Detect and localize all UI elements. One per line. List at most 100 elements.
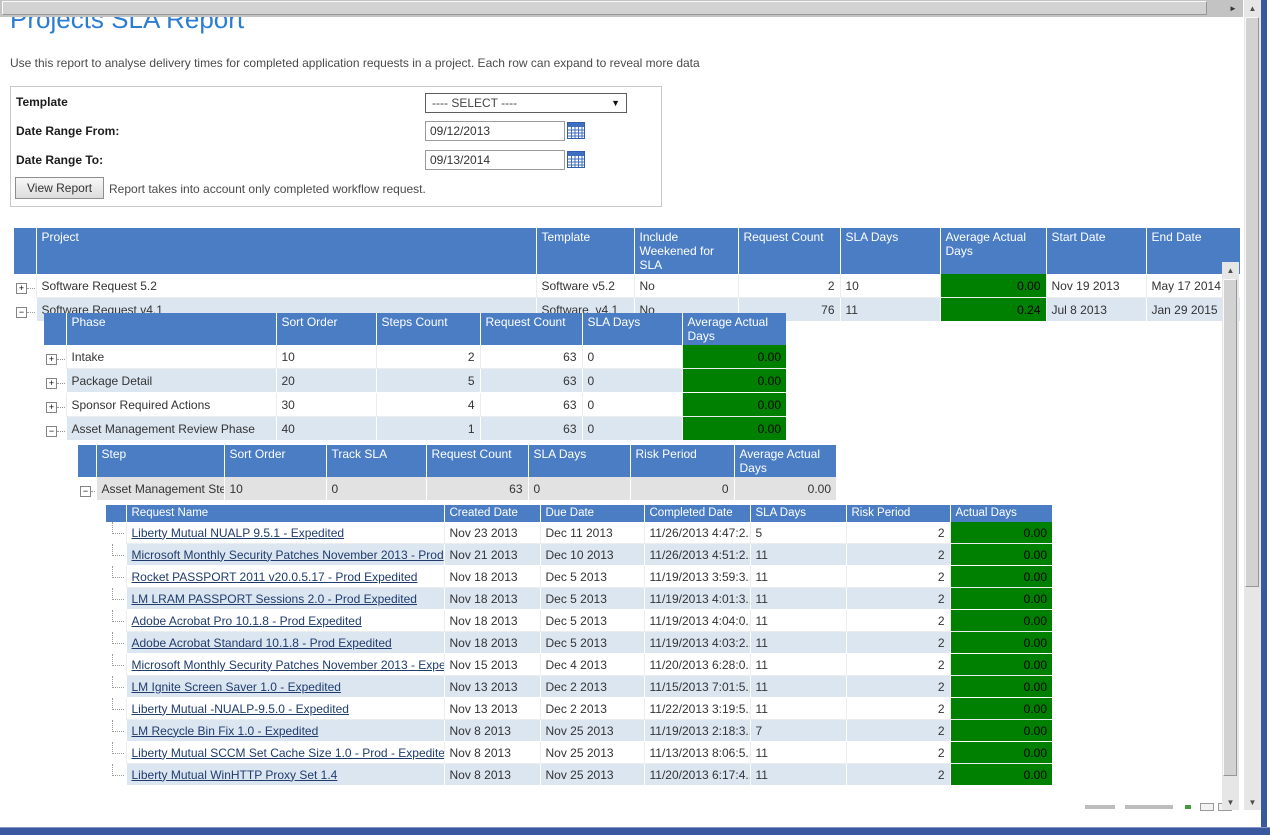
col-actual-days: Actual Days	[950, 505, 1052, 522]
created-date-cell: Nov 18 2013	[444, 610, 540, 632]
expand-toggle[interactable]: +	[46, 354, 66, 365]
scroll-up-icon[interactable]: ▲	[1222, 262, 1239, 278]
sort-order-cell: 10	[276, 345, 376, 369]
col-request-name: Request Name	[126, 505, 444, 522]
scroll-down-icon[interactable]: ▼	[1222, 794, 1239, 810]
expander-cell: −	[14, 298, 36, 322]
tree-connector	[27, 312, 36, 313]
expand-toggle[interactable]: +	[46, 378, 66, 389]
actual-days-cell: 0.00	[950, 742, 1052, 764]
col-risk-period: Risk Period	[846, 505, 950, 522]
scroll-right-icon[interactable]: ►	[1224, 0, 1242, 16]
collapse-toggle[interactable]: −	[16, 307, 36, 318]
created-date-cell: Nov 13 2013	[444, 676, 540, 698]
due-date-cell: Dec 5 2013	[540, 588, 644, 610]
completed-date-cell: 11/26/2013 4:51:2...	[644, 544, 750, 566]
request-link[interactable]: Liberty Mutual NUALP 9.5.1 - Expedited	[132, 526, 345, 540]
completed-date-cell: 11/26/2013 4:47:2...	[644, 522, 750, 544]
avg-actual-days-cell: 0.00	[682, 369, 786, 393]
request-link[interactable]: Adobe Acrobat Pro 10.1.8 - Prod Expedite…	[132, 614, 362, 628]
track-sla-cell: 0	[326, 477, 426, 501]
actual-days-cell: 0.00	[950, 544, 1052, 566]
risk-period-cell: 0	[630, 477, 734, 501]
request-link[interactable]: Adobe Acrobat Standard 10.1.8 - Prod Exp…	[132, 636, 392, 650]
request-row: Adobe Acrobat Pro 10.1.8 - Prod Expedite…	[106, 610, 1052, 632]
date-to-input[interactable]	[425, 150, 565, 170]
horizontal-scrollbar[interactable]: ►	[0, 0, 1243, 17]
request-link[interactable]: Liberty Mutual WinHTTP Proxy Set 1.4	[132, 768, 338, 782]
actual-days-cell: 0.00	[950, 566, 1052, 588]
request-link[interactable]: Rocket PASSPORT 2011 v20.0.5.17 - Prod E…	[132, 570, 418, 584]
page-scrollbar-thumb[interactable]	[1245, 17, 1259, 587]
tree-branch-icon	[112, 588, 124, 600]
tree-branch-icon	[112, 676, 124, 688]
request-name-cell: Liberty Mutual -NUALP-9.5.0 - Expedited	[126, 698, 444, 720]
completed-date-cell: 11/19/2013 2:18:3...	[644, 720, 750, 742]
collapse-icon: −	[80, 486, 91, 497]
view-report-button[interactable]: View Report	[15, 177, 104, 199]
template-select[interactable]: ---- SELECT ---- ▼	[425, 93, 627, 113]
actual-days-cell: 0.00	[950, 610, 1052, 632]
project-table: Project Template Include Weekened for SL…	[14, 228, 1240, 322]
tree-connector	[57, 407, 66, 408]
expander-column-header	[106, 505, 126, 522]
expander-cell	[106, 742, 126, 764]
request-name-cell: Adobe Acrobat Standard 10.1.8 - Prod Exp…	[126, 632, 444, 654]
expander-cell: −	[78, 477, 96, 501]
avg-actual-days-cell: 0.00	[734, 477, 836, 501]
expander-cell	[106, 610, 126, 632]
completed-date-cell: 11/13/2013 8:06:5...	[644, 742, 750, 764]
request-row: Liberty Mutual WinHTTP Proxy Set 1.4Nov …	[106, 764, 1052, 786]
scroll-up-icon[interactable]: ▲	[1244, 0, 1261, 16]
window-frame-right	[1261, 0, 1267, 834]
table-vertical-scrollbar[interactable]: ▲ ▼	[1222, 262, 1239, 810]
expand-toggle[interactable]: +	[46, 402, 66, 413]
expand-icon: +	[46, 354, 57, 365]
filter-form: Template ---- SELECT ---- ▼ Date Range F…	[10, 86, 662, 207]
col-sla-days: SLA Days	[582, 313, 682, 345]
expander-cell	[106, 654, 126, 676]
created-date-cell: Nov 21 2013	[444, 544, 540, 566]
request-link[interactable]: LM Recycle Bin Fix 1.0 - Expedited	[132, 724, 319, 738]
tree-branch-icon	[112, 566, 124, 578]
project-row: + Software Request 5.2 Software v5.2 No …	[14, 274, 1240, 298]
request-row: LM LRAM PASSPORT Sessions 2.0 - Prod Exp…	[106, 588, 1052, 610]
request-link[interactable]: Microsoft Monthly Security Patches Novem…	[132, 658, 445, 672]
request-table-header: Request Name Created Date Due Date Compl…	[106, 505, 1052, 522]
phase-table-header: Phase Sort Order Steps Count Request Cou…	[44, 313, 786, 345]
request-link[interactable]: Microsoft Monthly Security Patches Novem…	[132, 548, 444, 562]
collapse-toggle[interactable]: −	[80, 486, 96, 497]
col-step: Step	[96, 445, 224, 477]
expander-cell	[106, 522, 126, 544]
tree-branch-icon	[112, 764, 124, 776]
collapse-toggle[interactable]: −	[46, 426, 66, 437]
due-date-cell: Dec 2 2013	[540, 676, 644, 698]
expand-toggle[interactable]: +	[16, 283, 36, 294]
clipped-content-fragment	[1200, 803, 1214, 811]
expander-column-header	[44, 313, 66, 345]
risk-period-cell: 2	[846, 654, 950, 676]
request-link[interactable]: LM Ignite Screen Saver 1.0 - Expedited	[132, 680, 341, 694]
scroll-down-icon[interactable]: ▼	[1244, 794, 1261, 810]
request-name-cell: LM Ignite Screen Saver 1.0 - Expedited	[126, 676, 444, 698]
request-link[interactable]: Liberty Mutual SCCM Set Cache Size 1.0 -…	[132, 746, 445, 760]
steps-count-cell: 1	[376, 417, 480, 441]
sla-days-cell: 11	[750, 588, 846, 610]
calendar-icon[interactable]	[567, 151, 585, 168]
col-include-weekend: Include Weekened for SLA	[634, 228, 738, 274]
step-row: − Asset Management Step 10 0 63 0 0 0.00	[78, 477, 836, 501]
request-link[interactable]: Liberty Mutual -NUALP-9.5.0 - Expedited	[132, 702, 349, 716]
created-date-cell: Nov 8 2013	[444, 720, 540, 742]
table-scrollbar-thumb[interactable]	[1223, 279, 1237, 776]
date-from-input[interactable]	[425, 121, 565, 141]
sla-days-cell: 11	[750, 764, 846, 786]
tree-branch-icon	[112, 720, 124, 732]
calendar-icon[interactable]	[567, 122, 585, 139]
page-vertical-scrollbar[interactable]: ▲ ▼	[1244, 0, 1261, 810]
tree-connector	[57, 383, 66, 384]
horizontal-scrollbar-thumb[interactable]	[2, 1, 1207, 15]
request-link[interactable]: LM LRAM PASSPORT Sessions 2.0 - Prod Exp…	[132, 592, 417, 606]
risk-period-cell: 2	[846, 566, 950, 588]
request-name-cell: Liberty Mutual SCCM Set Cache Size 1.0 -…	[126, 742, 444, 764]
tree-branch-icon	[112, 522, 124, 534]
